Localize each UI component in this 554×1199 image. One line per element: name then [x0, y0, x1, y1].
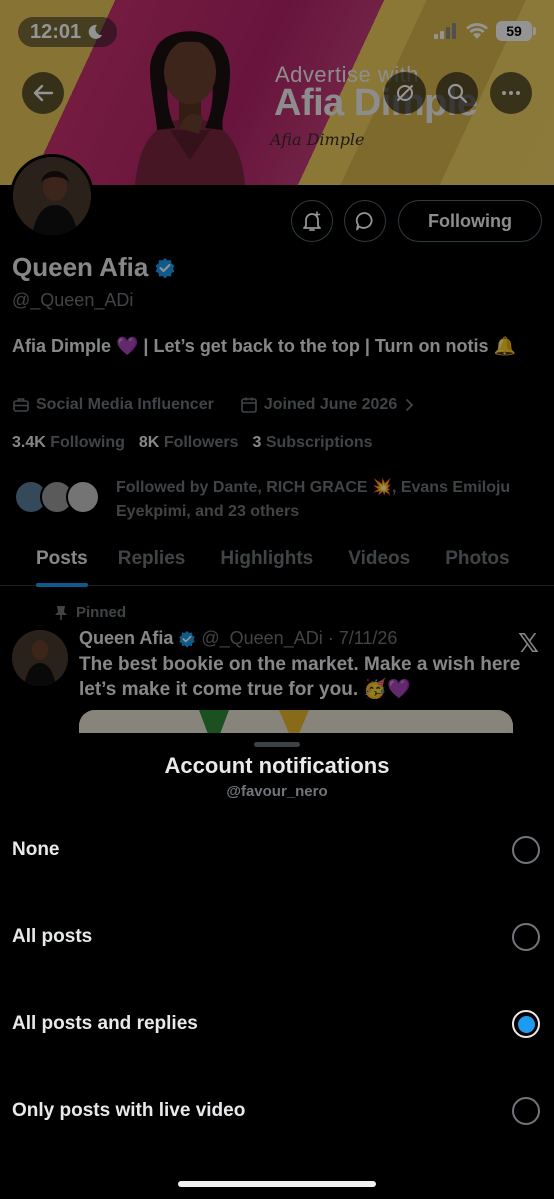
- radio-button[interactable]: [512, 923, 540, 951]
- option-none[interactable]: None: [0, 815, 554, 885]
- option-label: None: [12, 839, 60, 860]
- radio-button[interactable]: [512, 1097, 540, 1125]
- sheet-subtitle: @favour_nero: [226, 783, 328, 800]
- option-label: All posts: [12, 926, 93, 947]
- sheet-title: Account notifications: [164, 753, 390, 778]
- option-all-posts-and-replies[interactable]: All posts and replies: [0, 989, 554, 1059]
- option-label: All posts and replies: [12, 1013, 198, 1034]
- option-all-posts[interactable]: All posts: [0, 902, 554, 972]
- sheet-grabber[interactable]: [254, 742, 300, 747]
- option-label: Only posts with live video: [12, 1100, 246, 1121]
- radio-button[interactable]: [512, 836, 540, 864]
- account-notifications-sheet: Account notifications @favour_nero None …: [0, 733, 554, 1199]
- radio-button-selected[interactable]: [512, 1010, 540, 1038]
- home-indicator[interactable]: [178, 1181, 376, 1187]
- option-only-live-video[interactable]: Only posts with live video: [0, 1076, 554, 1146]
